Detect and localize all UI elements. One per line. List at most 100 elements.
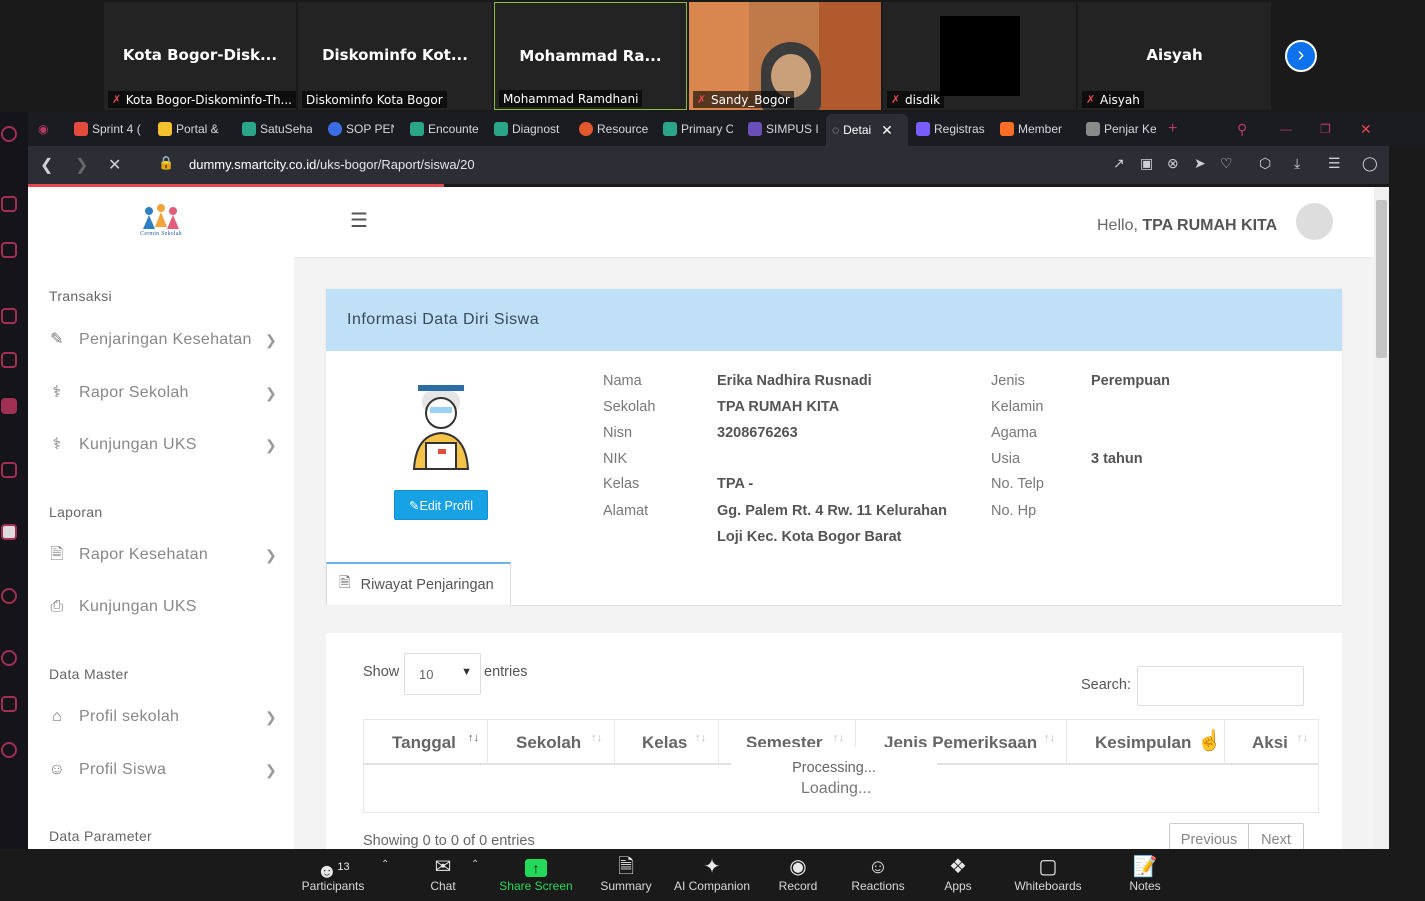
settings-icon[interactable] — [1, 742, 17, 758]
new-tab-plus-icon[interactable]: + — [1168, 118, 1177, 140]
browser-tab[interactable]: Diagnost — [494, 118, 564, 140]
participant-name: Aisyah — [1146, 46, 1203, 64]
summary-button[interactable]: 🗎 Summary — [581, 855, 671, 893]
profile-icon[interactable]: ◯ — [1362, 155, 1378, 172]
bag-icon[interactable] — [1, 242, 17, 258]
browser-tab[interactable]: Sprint 4 ( — [74, 118, 144, 140]
browser-tab[interactable]: Encounte — [410, 118, 480, 140]
adblock-icon[interactable]: ⊗ — [1167, 155, 1179, 172]
play-icon[interactable] — [1, 588, 17, 604]
clock-icon[interactable] — [1, 650, 17, 666]
minimize-icon[interactable]: — — [1280, 118, 1292, 140]
cube-icon[interactable] — [1, 696, 17, 712]
discord-icon[interactable] — [1, 524, 17, 540]
hamburger-menu-icon[interactable]: ☰ — [350, 211, 368, 231]
column-header-sekolah[interactable]: Sekolah — [516, 733, 581, 753]
column-header-tanggal[interactable]: Tanggal — [392, 733, 456, 753]
restore-icon[interactable]: ❐ — [1320, 118, 1331, 140]
chevron-right-icon: ❯ — [264, 708, 277, 725]
sidebar-item-rapor-sekolah[interactable]: ⚕ Rapor Sekolah ❯ — [47, 381, 277, 405]
search-icon[interactable]: ⚲ — [1237, 118, 1247, 140]
sidebar-item-kunjungan-uks-laporan[interactable]: ⎙ Kunjungan UKS — [47, 595, 277, 619]
chevron-up-icon[interactable]: ⌃ — [381, 859, 389, 870]
emoji-icon: ☺ — [867, 856, 889, 878]
label-nama: Nama — [603, 373, 642, 389]
sidebar-section-title: Transaksi — [49, 288, 112, 304]
browser-tab[interactable]: Resource — [579, 118, 649, 140]
participants-button[interactable]: ☻13 Participants — [288, 855, 378, 893]
participant-label: ✗ Aisyah — [1082, 91, 1144, 108]
sort-icon: ↑↓ — [695, 732, 706, 744]
download-icon[interactable]: ⤓ — [1294, 155, 1300, 172]
card-title: Informasi Data Diri Siswa — [347, 311, 540, 328]
share-screen-button[interactable]: ↑ Share Screen — [491, 855, 581, 893]
value-nisn: 3208676263 — [717, 425, 798, 441]
browser-tab-active[interactable]: ◌ Detai ✕ — [826, 114, 908, 146]
participant-tile-active-speaker[interactable]: Mohammad Ra... Mohammad Ramdhani — [494, 2, 687, 110]
column-header-aksi[interactable]: Aksi — [1252, 733, 1288, 753]
edit-profile-button[interactable]: ✎Edit Profil — [394, 490, 488, 520]
page-size-select[interactable]: 10 ▼ — [404, 653, 481, 695]
camera-icon[interactable]: ▣ — [1140, 155, 1153, 172]
record-button[interactable]: ◉ Record — [753, 855, 843, 893]
gamepad-icon[interactable] — [1, 308, 17, 324]
notes-button[interactable]: 📝 Notes — [1100, 855, 1190, 893]
stop-loading-icon[interactable]: ✕ — [108, 155, 121, 175]
sidebar-item-kunjungan-uks[interactable]: ⚕ Kunjungan UKS ❯ — [47, 433, 277, 457]
next-page-arrow-icon[interactable]: › — [1285, 40, 1317, 72]
document-icon: 🗎 — [50, 546, 64, 563]
apps-button[interactable]: ❖ Apps — [913, 855, 1003, 893]
participant-tile[interactable]: ✗ disdik — [883, 2, 1076, 110]
sidebar-item-profil-sekolah[interactable]: ⌂ Profil sekolah ❯ — [47, 705, 277, 729]
book-icon[interactable] — [1, 352, 17, 368]
favicon-icon — [328, 122, 342, 136]
sidebar-item-penjaringan-kesehatan[interactable]: ✎ Penjaringan Kesehatan ❯ — [47, 328, 277, 352]
gamepad-icon[interactable]: ◉ — [38, 118, 48, 140]
sidebar-item-profil-siswa[interactable]: ☺ Profil Siswa ❯ — [47, 758, 277, 782]
easy-setup-icon[interactable]: ☰ — [1328, 155, 1341, 172]
sidebar-item-rapor-kesehatan[interactable]: 🗎 Rapor Kesehatan ❯ — [47, 543, 277, 567]
next-page-button[interactable]: Next — [1249, 823, 1304, 849]
url-field[interactable]: dummy.smartcity.co.id/uks-bogor/Raport/s… — [189, 157, 475, 172]
lock-icon: 🔒 — [158, 155, 175, 170]
tab-riwayat-penjaringan[interactable]: 🗎 Riwayat Penjaringan — [326, 562, 511, 605]
heart-icon[interactable]: ♡ — [1220, 155, 1233, 172]
participant-tile[interactable]: Aisyah ✗ Aisyah — [1078, 2, 1271, 110]
browser-tab[interactable]: Portal & — [158, 118, 224, 140]
opera-icon[interactable] — [1, 126, 17, 142]
browser-tab[interactable]: SatuSeha — [242, 118, 312, 140]
participant-tile[interactable]: Kota Bogor-Disk... ✗ Kota Bogor-Diskominf… — [104, 2, 296, 110]
browser-tab[interactable]: SIMPUS I — [748, 118, 818, 140]
back-icon[interactable]: ❮ — [40, 155, 53, 175]
previous-page-button[interactable]: Previous — [1169, 823, 1249, 849]
document-icon: 🗎 — [339, 575, 351, 591]
avatar[interactable] — [1296, 203, 1333, 240]
briefcase-icon[interactable] — [1, 398, 17, 414]
chevron-right-icon: ❯ — [264, 761, 277, 778]
extension-cube-icon[interactable]: ⬡ — [1259, 155, 1271, 172]
browser-tab[interactable]: Registras — [916, 118, 986, 140]
browser-tab[interactable]: Member — [1000, 118, 1070, 140]
close-window-icon[interactable]: ✕ — [1360, 118, 1372, 140]
send-icon[interactable]: ➤ — [1194, 155, 1206, 172]
chevron-up-icon[interactable]: ⌃ — [471, 859, 479, 870]
forward-icon[interactable]: ❯ — [75, 155, 88, 175]
mic-muted-icon: ✗ — [1086, 92, 1096, 106]
whiteboards-button[interactable]: ▢ Whiteboards — [1003, 855, 1093, 893]
browser-tab[interactable]: Primary C — [663, 118, 733, 140]
participant-video-tile[interactable]: ✗ Sandy_Bogor — [689, 2, 881, 110]
search-input[interactable] — [1137, 666, 1304, 706]
reactions-button[interactable]: ☺ Reactions — [833, 855, 923, 893]
share-icon[interactable]: ↗ — [1113, 155, 1125, 172]
favicon-icon — [74, 122, 88, 136]
column-header-kelas[interactable]: Kelas — [642, 733, 687, 753]
column-header-kesimpulan[interactable]: Kesimpulan — [1095, 733, 1191, 753]
scrollbar-thumb[interactable] — [1376, 200, 1387, 358]
hub-icon[interactable] — [1, 462, 17, 478]
close-icon[interactable]: ✕ — [881, 122, 893, 139]
ai-companion-button[interactable]: ✦ AI Companion — [667, 855, 757, 893]
browser-tab[interactable]: Penjar Ke — [1086, 118, 1156, 140]
participant-tile[interactable]: Diskominfo Kot... Diskominfo Kota Bogor — [298, 2, 492, 110]
browser-tab[interactable]: SOP PEN — [328, 118, 394, 140]
speed-dial-icon[interactable] — [1, 196, 17, 212]
